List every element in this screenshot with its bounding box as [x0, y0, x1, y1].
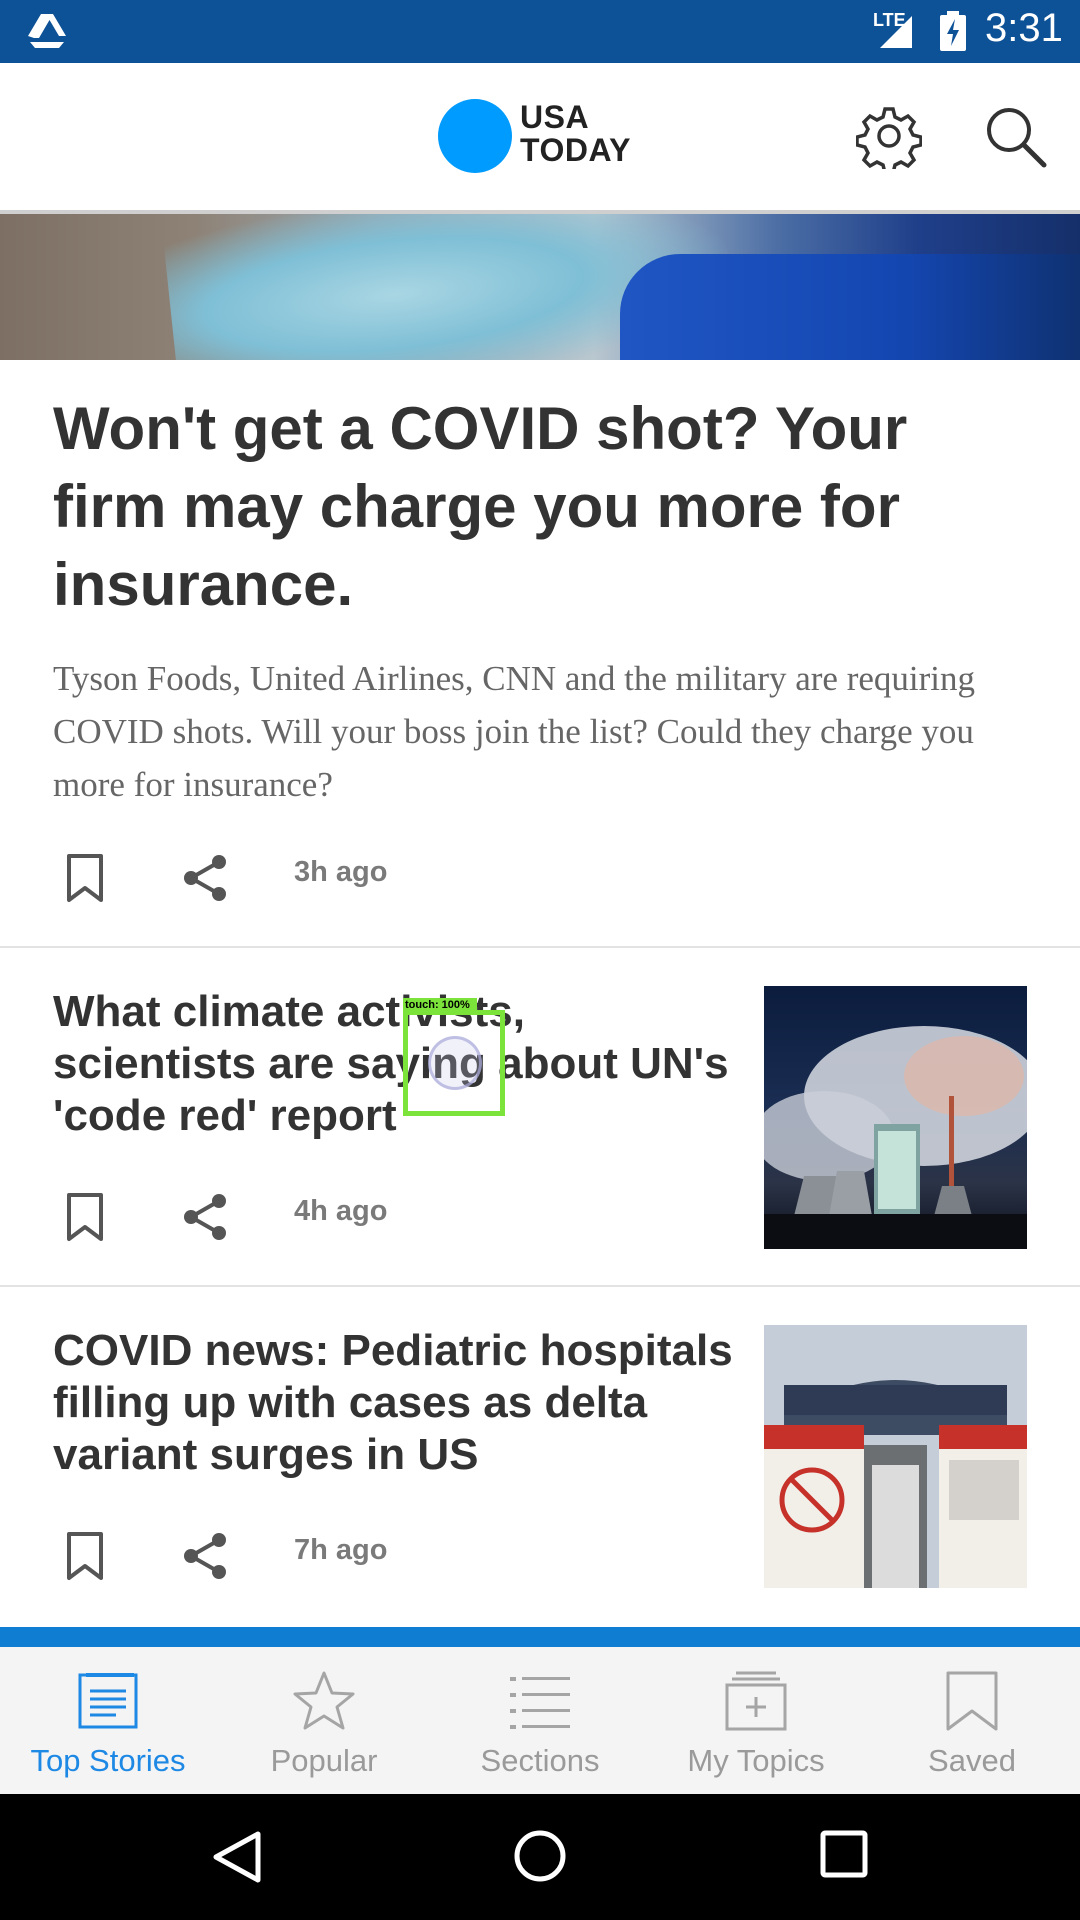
divider: [0, 1285, 1080, 1287]
logo-line-1: USA: [520, 99, 590, 135]
power-plant-illustration: [764, 1026, 1027, 1249]
tab-saved[interactable]: Saved: [864, 1647, 1080, 1794]
story-thumbnail[interactable]: [764, 986, 1027, 1249]
lead-story-time: 3h ago: [294, 856, 388, 888]
bottom-accent-strip: [0, 1627, 1080, 1647]
touch-indicator: [428, 1036, 482, 1090]
logo-line-2: TODAY: [520, 132, 631, 168]
system-navigation-bar: [0, 1794, 1080, 1920]
tab-label: Saved: [928, 1743, 1016, 1778]
tab-popular[interactable]: Popular: [216, 1647, 432, 1794]
share-icon[interactable]: [179, 1191, 231, 1243]
list-icon: [510, 1677, 570, 1729]
signal-icon: [880, 16, 912, 48]
story-time: 7h ago: [294, 1534, 388, 1566]
bookmark-icon[interactable]: [59, 852, 111, 904]
recents-icon[interactable]: [820, 1830, 868, 1878]
hero-sleeve-shape: [620, 254, 1080, 360]
divider: [0, 946, 1080, 948]
star-icon: [293, 1671, 355, 1730]
story-time: 4h ago: [294, 1195, 388, 1227]
usa-today-logo-mark[interactable]: [438, 99, 512, 173]
home-icon[interactable]: [512, 1828, 568, 1884]
bookmark-icon[interactable]: [59, 1191, 111, 1243]
battery-charging-icon: [940, 11, 966, 51]
bookmark-icon: [946, 1671, 998, 1731]
story-item[interactable]: COVID news: Pediatric hospitals filling …: [53, 1325, 733, 1481]
lead-story[interactable]: Won't get a COVID shot? Your firm may ch…: [53, 390, 1033, 811]
add-folder-icon: [725, 1671, 787, 1731]
story-title[interactable]: What climate activists, scientists are s…: [53, 986, 733, 1142]
usa-today-logo-text[interactable]: USA TODAY: [520, 101, 631, 167]
bottom-navigation: Top Stories Popular Sections My Topics S…: [0, 1647, 1080, 1794]
clock: 3:31: [985, 6, 1063, 50]
bookmark-icon[interactable]: [59, 1530, 111, 1582]
story-title[interactable]: COVID news: Pediatric hospitals filling …: [53, 1325, 733, 1481]
newspaper-icon: [78, 1673, 138, 1729]
tab-label: My Topics: [687, 1743, 825, 1778]
story-actions: 7h ago: [53, 1520, 653, 1590]
tab-label: Popular: [270, 1743, 378, 1778]
story-actions: 4h ago: [53, 1181, 653, 1251]
share-icon[interactable]: [179, 852, 231, 904]
back-icon[interactable]: [210, 1830, 264, 1884]
tab-top-stories[interactable]: Top Stories: [0, 1647, 216, 1794]
share-icon[interactable]: [179, 1530, 231, 1582]
tab-label: Top Stories: [30, 1743, 186, 1778]
tab-my-topics[interactable]: My Topics: [648, 1647, 864, 1794]
search-icon[interactable]: [982, 103, 1048, 169]
lead-story-image[interactable]: [0, 214, 1080, 360]
drive-icon: [28, 14, 66, 48]
gear-icon[interactable]: [856, 103, 922, 169]
tab-sections[interactable]: Sections: [432, 1647, 648, 1794]
lead-story-title[interactable]: Won't get a COVID shot? Your firm may ch…: [53, 390, 1033, 624]
app-header: USA TODAY: [0, 63, 1080, 214]
status-bar: LTE 3:31: [0, 0, 1080, 63]
tab-label: Sections: [480, 1743, 600, 1778]
hospital-entrance-illustration: [764, 1325, 1027, 1588]
story-thumbnail[interactable]: [764, 1325, 1027, 1588]
lead-story-summary: Tyson Foods, United Airlines, CNN and th…: [53, 659, 975, 804]
lead-story-actions: 3h ago: [53, 842, 653, 912]
story-item[interactable]: What climate activists, scientists are s…: [53, 986, 733, 1142]
